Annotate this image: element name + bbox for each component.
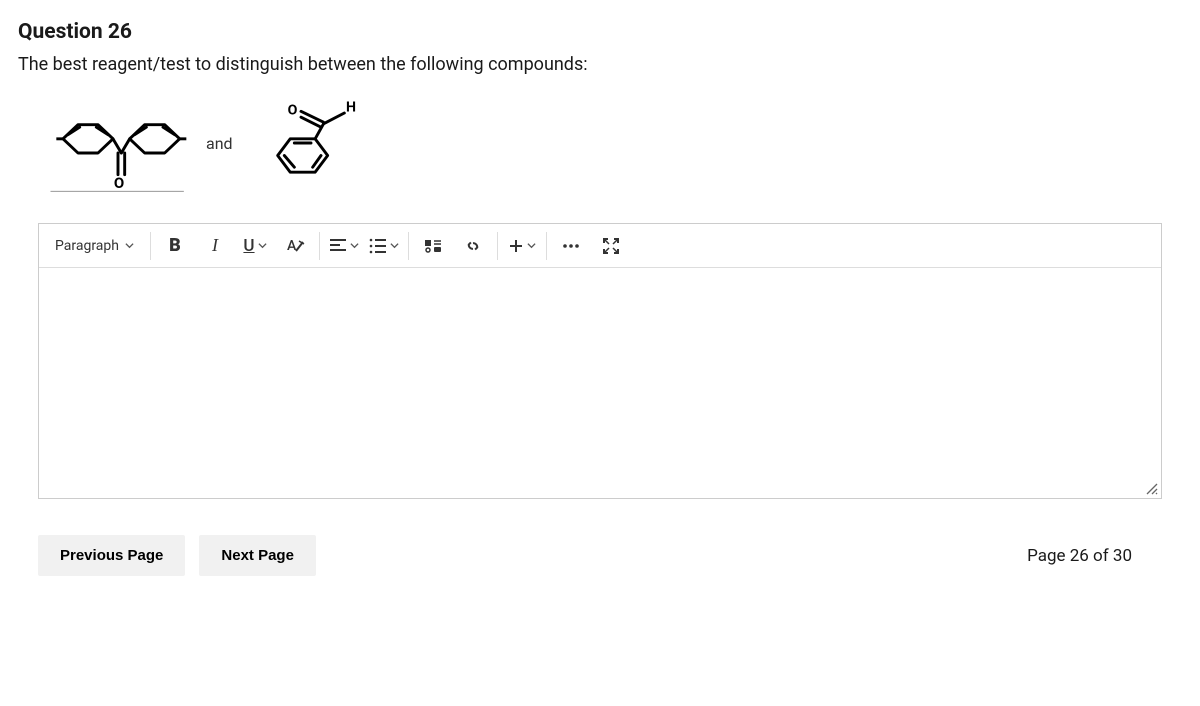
compound-2-structure: O H [251, 93, 371, 193]
page-footer: Previous Page Next Page Page 26 of 30 [18, 535, 1182, 576]
plus-icon [508, 238, 524, 254]
toolbar-separator [319, 232, 320, 260]
chevron-down-icon [258, 241, 267, 250]
svg-text:H: H [346, 99, 356, 115]
chevron-down-icon [527, 241, 536, 250]
toolbar-separator [150, 232, 151, 260]
next-page-button[interactable]: Next Page [199, 535, 316, 576]
editor-toolbar: Paragraph B I U A [39, 224, 1161, 268]
underline-icon: U [243, 236, 254, 256]
page-indicator: Page 26 of 30 [1027, 546, 1132, 566]
toolbar-separator [408, 232, 409, 260]
svg-text:A: A [287, 238, 297, 254]
media-icon [423, 238, 443, 254]
svg-text:O: O [287, 103, 297, 119]
media-button[interactable] [413, 224, 453, 268]
compounds-row: O and O H [38, 93, 1182, 193]
chevron-down-icon [350, 241, 359, 250]
paragraph-style-dropdown[interactable]: Paragraph [43, 224, 146, 268]
editor-textarea[interactable] [39, 268, 1161, 498]
paragraph-label: Paragraph [55, 238, 119, 254]
italic-button[interactable]: I [195, 224, 235, 268]
more-icon [562, 243, 580, 249]
svg-text:O: O [114, 174, 124, 192]
chevron-down-icon [125, 241, 134, 250]
list-dropdown[interactable] [364, 224, 404, 268]
link-button[interactable] [453, 224, 493, 268]
underline-dropdown[interactable]: U [235, 224, 275, 268]
rich-text-editor: Paragraph B I U A [38, 223, 1162, 499]
fullscreen-icon [602, 237, 620, 255]
previous-page-button[interactable]: Previous Page [38, 535, 185, 576]
compound-joiner: and [206, 134, 233, 153]
question-prompt: The best reagent/test to distinguish bet… [18, 54, 1182, 75]
clear-format-button[interactable]: A [275, 224, 315, 268]
list-icon [369, 238, 387, 254]
link-icon [463, 236, 483, 256]
toolbar-separator [497, 232, 498, 260]
chevron-down-icon [390, 241, 399, 250]
fullscreen-button[interactable] [591, 224, 631, 268]
bold-button[interactable]: B [155, 224, 195, 268]
insert-dropdown[interactable] [502, 224, 542, 268]
compound-1-structure: O [38, 93, 188, 193]
bold-icon: B [169, 235, 181, 256]
italic-icon: I [212, 235, 218, 256]
clear-format-icon: A [285, 236, 305, 256]
question-title: Question 26 [18, 20, 1182, 44]
more-button[interactable] [551, 224, 591, 268]
toolbar-separator [546, 232, 547, 260]
align-dropdown[interactable] [324, 224, 364, 268]
resize-handle[interactable] [1145, 482, 1159, 496]
align-left-icon [329, 238, 347, 254]
